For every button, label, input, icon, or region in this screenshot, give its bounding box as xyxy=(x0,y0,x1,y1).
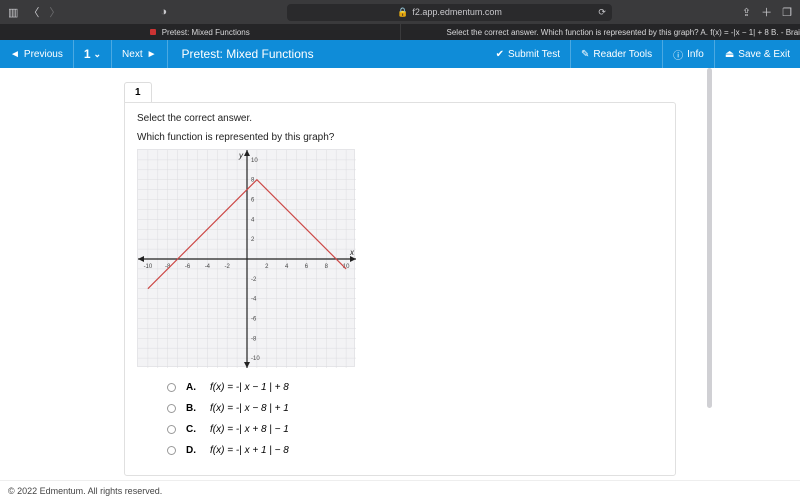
svg-text:-4: -4 xyxy=(251,297,257,303)
save-exit-button[interactable]: ⏏ Save & Exit xyxy=(715,40,800,68)
option-letter: A. xyxy=(186,382,200,393)
option-letter: B. xyxy=(186,403,200,414)
chevron-down-icon: ⌄ xyxy=(94,49,102,60)
radio-icon[interactable] xyxy=(167,383,176,392)
shield-icon[interactable]: ◑ xyxy=(160,6,167,18)
info-button[interactable]: ⓘ Info xyxy=(663,40,715,68)
tab-1[interactable]: Pretest: Mixed Functions xyxy=(0,24,400,40)
next-label: Next xyxy=(122,49,143,60)
copyright-text: © 2022 Edmentum. All rights reserved. xyxy=(8,486,162,496)
svg-text:6: 6 xyxy=(251,198,255,204)
svg-text:2: 2 xyxy=(251,237,255,243)
radio-icon[interactable] xyxy=(167,404,176,413)
submit-test-button[interactable]: ✔ Submit Test xyxy=(486,40,571,68)
submit-label: Submit Test xyxy=(508,49,560,60)
previous-label: Previous xyxy=(24,49,63,60)
tab-bar: Pretest: Mixed Functions Select the corr… xyxy=(0,24,800,40)
back-button[interactable]: 〈 xyxy=(28,4,39,20)
svg-text:4: 4 xyxy=(251,217,255,223)
question-number-selector[interactable]: 1 ⌄ xyxy=(74,40,112,68)
radio-icon[interactable] xyxy=(167,425,176,434)
next-button[interactable]: Next ► xyxy=(112,40,167,68)
radio-icon[interactable] xyxy=(167,446,176,455)
reload-icon[interactable]: ⟳ xyxy=(598,7,606,18)
svg-text:-6: -6 xyxy=(185,264,191,270)
question-card: Select the correct answer. Which functio… xyxy=(124,102,676,476)
question-number-label: 1 xyxy=(84,47,91,61)
question-tab[interactable]: 1 xyxy=(124,82,152,102)
new-tab-icon[interactable]: ＋ xyxy=(761,4,772,20)
tab-2[interactable]: Select the correct answer. Which functio… xyxy=(400,24,800,40)
save-exit-label: Save & Exit xyxy=(738,49,790,60)
answer-option-a[interactable]: A. f(x) = -| x − 1 | + 8 xyxy=(167,377,663,398)
footer: © 2022 Edmentum. All rights reserved. xyxy=(0,480,800,500)
scrollbar[interactable] xyxy=(707,68,712,480)
svg-text:-10: -10 xyxy=(251,356,260,362)
option-letter: C. xyxy=(186,424,200,435)
favicon-icon xyxy=(150,29,156,35)
question-prompt: Select the correct answer. xyxy=(137,113,663,124)
svg-text:-10: -10 xyxy=(144,264,153,270)
answer-option-b[interactable]: B. f(x) = -| x − 8 | + 1 xyxy=(167,398,663,419)
info-label: Info xyxy=(687,49,704,60)
tab-title: Select the correct answer. Which functio… xyxy=(447,28,800,37)
share-icon[interactable]: ⇪ xyxy=(742,6,751,19)
previous-button[interactable]: ◄ Previous xyxy=(0,40,74,68)
app-toolbar: ◄ Previous 1 ⌄ Next ► Pretest: Mixed Fun… xyxy=(0,40,800,68)
info-icon: ⓘ xyxy=(673,47,683,62)
reader-tools-button[interactable]: ✎ Reader Tools xyxy=(571,40,663,68)
svg-text:-2: -2 xyxy=(225,264,231,270)
answer-option-c[interactable]: C. f(x) = -| x + 8 | − 1 xyxy=(167,419,663,440)
svg-text:-2: -2 xyxy=(251,277,257,283)
wrench-icon: ✎ xyxy=(581,49,589,60)
option-expression: f(x) = -| x + 8 | − 1 xyxy=(210,424,289,435)
svg-text:-4: -4 xyxy=(205,264,211,270)
url-field[interactable]: 🔒 f2.app.edmentum.com ⟳ xyxy=(287,4,612,21)
tabs-icon[interactable]: ❐ xyxy=(782,6,792,19)
svg-text:-6: -6 xyxy=(251,316,257,322)
forward-button: 〉 xyxy=(49,4,60,20)
url-text: f2.app.edmentum.com xyxy=(412,7,502,17)
page-title: Pretest: Mixed Functions xyxy=(168,47,486,61)
lock-icon: 🔒 xyxy=(397,7,408,18)
logout-icon: ⏏ xyxy=(725,49,734,60)
svg-text:y: y xyxy=(238,151,244,160)
option-expression: f(x) = -| x − 8 | + 1 xyxy=(210,403,289,414)
option-expression: f(x) = -| x − 1 | + 8 xyxy=(210,382,289,393)
function-graph: xy-10-8-6-4-2246810-10-8-6-4-2246810 xyxy=(137,149,355,367)
svg-text:-8: -8 xyxy=(251,336,257,342)
answer-option-d[interactable]: D. f(x) = -| x + 1 | − 8 xyxy=(167,440,663,461)
question-subprompt: Which function is represented by this gr… xyxy=(137,132,663,143)
sidebar-toggle-icon[interactable]: ▥ xyxy=(8,6,18,19)
arrow-left-icon: ◄ xyxy=(10,49,20,60)
tab-title: Pretest: Mixed Functions xyxy=(162,28,250,37)
option-letter: D. xyxy=(186,445,200,456)
svg-text:10: 10 xyxy=(251,158,258,164)
check-circle-icon: ✔ xyxy=(496,49,504,60)
arrow-right-icon: ► xyxy=(147,49,157,60)
svg-text:x: x xyxy=(349,248,355,257)
option-expression: f(x) = -| x + 1 | − 8 xyxy=(210,445,289,456)
reader-tools-label: Reader Tools xyxy=(593,49,652,60)
